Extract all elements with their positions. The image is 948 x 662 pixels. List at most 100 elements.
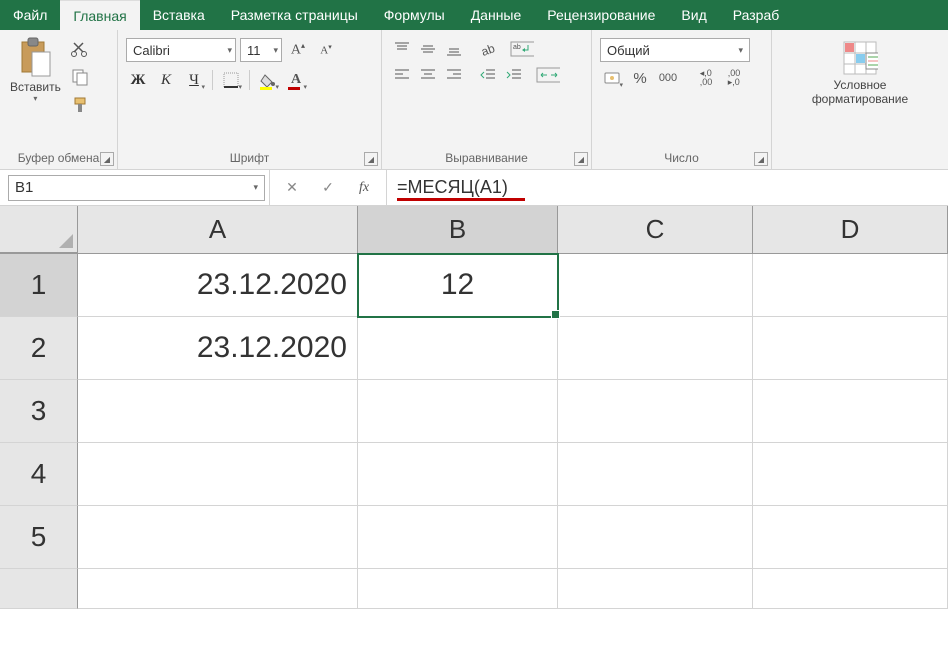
- cell-C2[interactable]: [558, 317, 753, 380]
- row-header-6[interactable]: [0, 569, 78, 609]
- paste-button[interactable]: Вставить ▾: [6, 34, 65, 105]
- borders-icon: [223, 72, 239, 88]
- cell-D6[interactable]: [753, 569, 948, 609]
- decrease-font-button[interactable]: A▾: [314, 38, 338, 62]
- row-header-5[interactable]: 5: [0, 506, 78, 569]
- decrease-decimal-button[interactable]: ,00▸,0: [722, 66, 746, 90]
- cell-B6[interactable]: [358, 569, 558, 609]
- align-right-button[interactable]: [442, 64, 466, 86]
- format-painter-button[interactable]: [69, 94, 91, 116]
- cell-B2[interactable]: [358, 317, 558, 380]
- conditional-formatting-icon: [842, 40, 878, 76]
- percent-button[interactable]: %: [628, 66, 652, 90]
- cell-A5[interactable]: [78, 506, 358, 569]
- decrease-indent-button[interactable]: [476, 64, 500, 86]
- col-header-A[interactable]: A: [78, 206, 358, 253]
- borders-button[interactable]: [219, 68, 243, 92]
- merge-button[interactable]: [536, 64, 560, 86]
- menu-file[interactable]: Файл: [0, 0, 60, 30]
- clipboard-launcher[interactable]: ◢: [100, 152, 114, 166]
- currency-button[interactable]: [600, 66, 624, 90]
- underline-button[interactable]: Ч: [182, 68, 206, 92]
- ribbon: Вставить ▾ Буфер обмена ◢ Cali: [0, 30, 948, 170]
- cell-D1[interactable]: [753, 254, 948, 317]
- cell-B1[interactable]: 12: [358, 254, 558, 317]
- cell-B3[interactable]: [358, 380, 558, 443]
- align-middle-button[interactable]: [416, 38, 440, 60]
- number-launcher[interactable]: ◢: [754, 152, 768, 166]
- italic-button[interactable]: К: [154, 68, 178, 92]
- increase-decimal-button[interactable]: ◂,0,00: [694, 66, 718, 90]
- font-size-select[interactable]: 11▾: [240, 38, 282, 62]
- cell-C3[interactable]: [558, 380, 753, 443]
- cell-A3[interactable]: [78, 380, 358, 443]
- menu-data[interactable]: Данные: [458, 0, 535, 30]
- menu-dev[interactable]: Разраб: [720, 0, 793, 30]
- comma-icon: 000: [659, 72, 677, 84]
- cell-C6[interactable]: [558, 569, 753, 609]
- cell-B4[interactable]: [358, 443, 558, 506]
- cancel-formula-button[interactable]: ✕: [280, 176, 304, 200]
- bold-button[interactable]: Ж: [126, 68, 150, 92]
- insert-function-button[interactable]: fx: [352, 176, 376, 200]
- alignment-group-label: Выравнивание: [388, 147, 585, 169]
- align-bottom-button[interactable]: [442, 38, 466, 60]
- align-top-button[interactable]: [390, 38, 414, 60]
- copy-button[interactable]: [69, 66, 91, 88]
- formula-text: =МЕСЯЦ(A1): [397, 177, 508, 198]
- menu-view[interactable]: Вид: [668, 0, 719, 30]
- select-all-corner[interactable]: [0, 206, 78, 253]
- comma-button[interactable]: 000: [656, 66, 680, 90]
- cell-D3[interactable]: [753, 380, 948, 443]
- alignment-launcher[interactable]: ◢: [574, 152, 588, 166]
- font-group-label: Шрифт: [124, 147, 375, 169]
- align-center-button[interactable]: [416, 64, 440, 86]
- orientation-button[interactable]: ab: [476, 38, 500, 60]
- svg-text:ab: ab: [479, 41, 497, 57]
- cell-A6[interactable]: [78, 569, 358, 609]
- cell-A1[interactable]: 23.12.2020: [78, 254, 358, 317]
- col-header-C[interactable]: C: [558, 206, 753, 253]
- increase-font-button[interactable]: A▴: [286, 38, 310, 62]
- conditional-formatting-button[interactable]: Условное форматирование: [808, 38, 912, 108]
- number-format-select[interactable]: Общий ▾: [600, 38, 750, 62]
- align-left-button[interactable]: [390, 64, 414, 86]
- paste-icon: [16, 36, 54, 78]
- cut-button[interactable]: [69, 38, 91, 60]
- fill-color-button[interactable]: [256, 68, 280, 92]
- orientation-icon: ab: [479, 41, 497, 57]
- enter-formula-button[interactable]: ✓: [316, 176, 340, 200]
- font-name-select[interactable]: Calibri▾: [126, 38, 236, 62]
- font-launcher[interactable]: ◢: [364, 152, 378, 166]
- row-header-3[interactable]: 3: [0, 380, 78, 443]
- clipboard-group-label: Буфер обмена: [6, 147, 111, 169]
- formula-input[interactable]: =МЕСЯЦ(A1): [387, 170, 948, 205]
- cell-C4[interactable]: [558, 443, 753, 506]
- decrease-font-icon: A▾: [320, 43, 331, 57]
- name-box[interactable]: B1 ▾: [8, 175, 265, 201]
- col-header-B[interactable]: B: [358, 206, 558, 253]
- row-header-1[interactable]: 1: [0, 254, 78, 317]
- cell-A4[interactable]: [78, 443, 358, 506]
- cell-C5[interactable]: [558, 506, 753, 569]
- cell-C1[interactable]: [558, 254, 753, 317]
- cell-D4[interactable]: [753, 443, 948, 506]
- currency-icon: [603, 70, 621, 86]
- menu-home[interactable]: Главная: [60, 0, 139, 30]
- cond-label-1: Условное: [834, 78, 887, 92]
- inc-decimal-icon: ◂,0,00: [700, 69, 713, 87]
- cell-D5[interactable]: [753, 506, 948, 569]
- row-header-2[interactable]: 2: [0, 317, 78, 380]
- font-color-button[interactable]: A: [284, 68, 308, 92]
- menu-layout[interactable]: Разметка страницы: [218, 0, 371, 30]
- col-header-D[interactable]: D: [753, 206, 948, 253]
- cell-B5[interactable]: [358, 506, 558, 569]
- row-header-4[interactable]: 4: [0, 443, 78, 506]
- menu-review[interactable]: Рецензирование: [534, 0, 668, 30]
- cell-D2[interactable]: [753, 317, 948, 380]
- increase-indent-button[interactable]: [502, 64, 526, 86]
- menu-insert[interactable]: Вставка: [140, 0, 218, 30]
- menu-formulas[interactable]: Формулы: [371, 0, 458, 30]
- wrap-text-button[interactable]: ab: [510, 38, 534, 60]
- cell-A2[interactable]: 23.12.2020: [78, 317, 358, 380]
